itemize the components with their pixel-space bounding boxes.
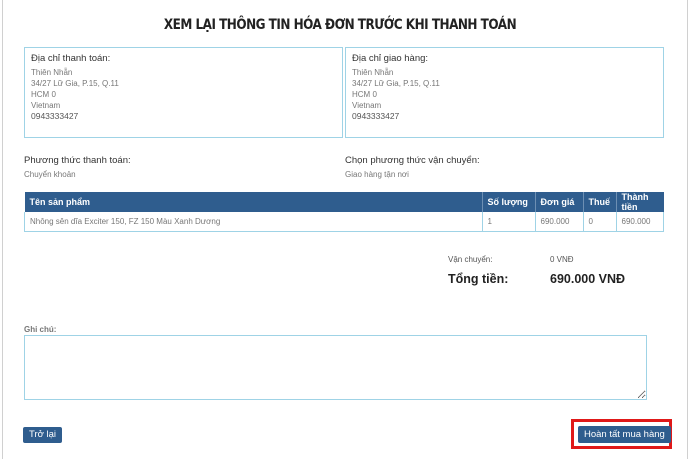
cell-unit-price: 690.000: [534, 212, 584, 232]
finish-order-button[interactable]: Hoàn tất mua hàng: [578, 426, 671, 443]
billing-city: HCM 0: [31, 90, 56, 99]
cell-product: Nhông sên dĩa Exciter 150, FZ 150 Màu Xa…: [24, 212, 483, 232]
frame-right-border: [687, 0, 688, 459]
billing-name: Thiên Nhẫn: [31, 68, 73, 77]
col-header-tax: Thuế: [583, 192, 617, 212]
note-label: Ghi chú:: [24, 325, 57, 334]
table-row: Nhông sên dĩa Exciter 150, FZ 150 Màu Xa…: [24, 212, 664, 232]
product-table: Tên sản phẩm Số lượng Đơn giá Thuế Thành…: [24, 192, 664, 232]
col-header-product: Tên sản phẩm: [24, 192, 483, 212]
cell-tax: 0: [582, 212, 617, 232]
col-header-total: Thành tiền: [616, 192, 664, 212]
back-button[interactable]: Trở lại: [23, 427, 62, 443]
cell-quantity: 1: [481, 212, 536, 232]
grand-total-label: Tổng tiền:: [448, 272, 509, 286]
payment-method-label: Phương thức thanh toán:: [24, 155, 131, 166]
col-header-quantity: Số lượng: [482, 192, 536, 212]
shipping-method-value: Giao hàng tận nơi: [345, 170, 409, 179]
shipping-address-heading: Địa chỉ giao hàng:: [352, 53, 429, 64]
shipping-method-section: Chọn phương thức vận chuyển: Giao hàng t…: [345, 155, 480, 179]
payment-method-value: Chuyển khoản: [24, 170, 76, 179]
payment-method-section: Phương thức thanh toán: Chuyển khoản: [24, 155, 131, 179]
col-header-unit-price: Đơn giá: [535, 192, 584, 212]
billing-address-heading: Địa chỉ thanh toán:: [31, 53, 111, 64]
grand-total-value: 690.000 VNĐ: [550, 272, 626, 286]
billing-street: 34/27 Lữ Gia, P.15, Q.11: [31, 79, 119, 88]
shipping-fee-value: 0 VNĐ: [550, 255, 574, 264]
shipping-address-box: Địa chỉ giao hàng: Thiên Nhẫn 34/27 Lữ G…: [345, 47, 664, 138]
shipping-city: HCM 0: [352, 90, 377, 99]
billing-address-box: Địa chỉ thanh toán: Thiên Nhẫn 34/27 Lữ …: [24, 47, 343, 138]
table-header-row: Tên sản phẩm Số lượng Đơn giá Thuế Thành…: [24, 192, 664, 212]
frame-left-border: [2, 0, 3, 459]
shipping-street: 34/27 Lữ Gia, P.15, Q.11: [352, 79, 440, 88]
shipping-name: Thiên Nhẫn: [352, 68, 394, 77]
shipping-fee-label: Vận chuyển:: [448, 255, 493, 264]
shipping-country: Vietnam: [352, 101, 382, 110]
note-textarea[interactable]: [24, 335, 647, 400]
page-title: XEM LẠI THÔNG TIN HÓA ĐƠN TRƯỚC KHI THAN…: [163, 17, 517, 33]
billing-phone: 0943333427: [31, 111, 79, 121]
billing-country: Vietnam: [31, 101, 61, 110]
shipping-phone: 0943333427: [352, 111, 400, 121]
cell-total: 690.000: [615, 212, 664, 232]
shipping-method-label: Chọn phương thức vận chuyển:: [345, 155, 480, 166]
